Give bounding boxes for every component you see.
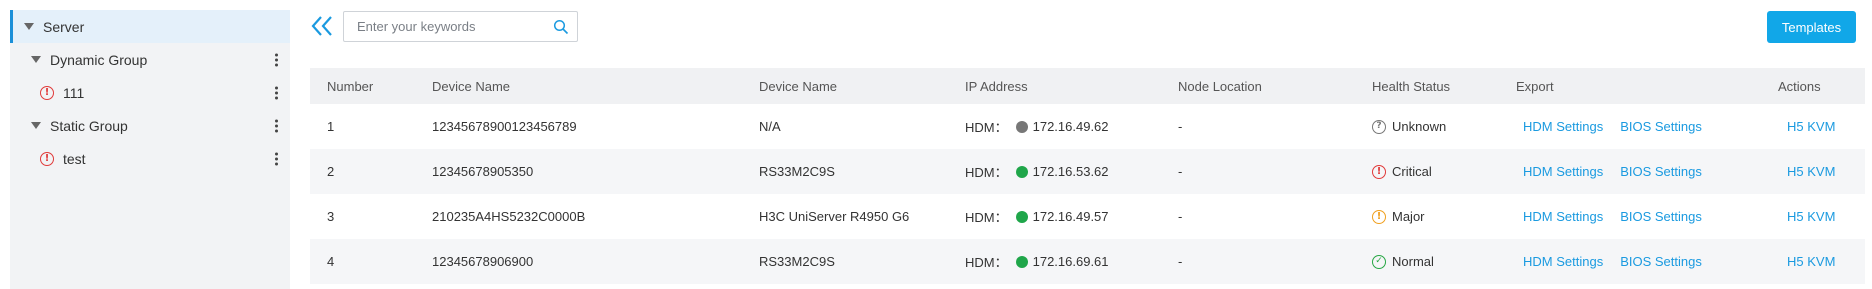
offline-status-dot-icon	[1015, 120, 1028, 133]
tree-item-server[interactable]: Server	[10, 10, 290, 43]
health-status: Critical	[1392, 164, 1432, 179]
export-cell: HDM Settings BIOS Settings	[1523, 164, 1702, 179]
major-status-icon: !	[1372, 209, 1386, 224]
critical-status-icon: !	[1372, 164, 1386, 179]
row-number: 3	[327, 209, 335, 224]
node-location: -	[1178, 254, 1183, 269]
tree-item-label: test	[63, 150, 86, 167]
ip-address: 172.16.49.57	[1032, 209, 1109, 224]
table-header: Number Device Name Device Name IP Addres…	[310, 68, 1865, 104]
health-status-cell: ? Unknown	[1372, 119, 1446, 134]
row-number: 2	[327, 164, 335, 179]
header-actions: Actions	[1778, 78, 1821, 94]
templates-button[interactable]: Templates	[1767, 11, 1856, 43]
critical-icon: !	[40, 151, 54, 166]
ip-address-cell: HDM： 172.16.49.62	[965, 117, 1109, 136]
header-export: Export	[1516, 78, 1554, 94]
tree-item-111[interactable]: ! 111	[10, 76, 290, 109]
export-cell: HDM Settings BIOS Settings	[1523, 119, 1702, 134]
device-name: RS33M2C9S	[759, 254, 835, 269]
hdm-settings-link[interactable]: HDM Settings	[1523, 254, 1603, 269]
export-cell: HDM Settings BIOS Settings	[1523, 254, 1702, 269]
online-status-dot-icon	[1015, 165, 1028, 178]
ip-prefix: HDM：	[965, 255, 1008, 270]
search-input[interactable]	[344, 12, 557, 41]
device-table: Number Device Name Device Name IP Addres…	[310, 68, 1865, 284]
health-status-cell: ✓ Normal	[1372, 254, 1434, 269]
hdm-settings-link[interactable]: HDM Settings	[1523, 119, 1603, 134]
ip-address: 172.16.69.61	[1032, 254, 1109, 269]
ip-address-cell: HDM： 172.16.53.62	[965, 162, 1109, 181]
caret-down-icon[interactable]	[31, 122, 41, 129]
kebab-menu-icon[interactable]	[274, 152, 278, 165]
tree-item-label: Server	[43, 18, 85, 35]
header-device-name[interactable]: Device Name	[759, 79, 837, 94]
kebab-menu-icon[interactable]	[274, 53, 278, 66]
device-name: 12345678900123456789	[432, 119, 577, 134]
health-status: Major	[1392, 209, 1425, 224]
online-status-dot-icon	[1015, 255, 1028, 268]
header-health-status[interactable]: Health Status	[1372, 79, 1450, 94]
double-chevron-left-icon[interactable]	[310, 14, 336, 38]
caret-down-icon[interactable]	[31, 56, 41, 63]
bios-settings-link[interactable]: BIOS Settings	[1620, 209, 1702, 224]
ip-prefix: HDM：	[965, 120, 1008, 135]
tree-item-dynamic-group[interactable]: Dynamic Group	[10, 43, 290, 76]
health-status: Normal	[1392, 254, 1434, 269]
search-box	[343, 11, 578, 42]
h5-kvm-link[interactable]: H5 KVM	[1787, 209, 1835, 224]
device-name: RS33M2C9S	[759, 164, 835, 179]
bios-settings-link[interactable]: BIOS Settings	[1620, 164, 1702, 179]
tree-item-label: Dynamic Group	[50, 51, 148, 68]
kebab-menu-icon[interactable]	[274, 86, 278, 99]
device-name: 210235A4HS5232C0000B	[432, 209, 586, 224]
device-name: 12345678906900	[432, 254, 534, 269]
health-status-cell: ! Major	[1372, 209, 1425, 224]
ip-address-cell: HDM： 172.16.69.61	[965, 252, 1109, 271]
h5-kvm-link[interactable]: H5 KVM	[1787, 254, 1835, 269]
ip-prefix: HDM：	[965, 165, 1008, 180]
tree-item-test[interactable]: ! test	[10, 142, 290, 175]
h5-kvm-link[interactable]: H5 KVM	[1787, 119, 1835, 134]
online-status-dot-icon	[1015, 210, 1028, 223]
header-device-name[interactable]: Device Name	[432, 79, 510, 94]
hdm-settings-link[interactable]: HDM Settings	[1523, 209, 1603, 224]
table-row[interactable]: 2 12345678905350 RS33M2C9S HDM： 172.16.5…	[310, 149, 1865, 194]
table-row[interactable]: 3 210235A4HS5232C0000B H3C UniServer R49…	[310, 194, 1865, 239]
tree-item-label: Static Group	[50, 117, 128, 134]
device-name: 12345678905350	[432, 164, 534, 179]
device-name: H3C UniServer R4950 G6	[759, 209, 910, 224]
h5-kvm-link[interactable]: H5 KVM	[1787, 164, 1835, 179]
caret-down-icon[interactable]	[24, 23, 34, 30]
ip-prefix: HDM：	[965, 210, 1008, 225]
normal-status-icon: ✓	[1372, 254, 1386, 269]
ip-address: 172.16.49.62	[1032, 119, 1109, 134]
header-node-location[interactable]: Node Location	[1178, 79, 1262, 94]
row-number: 4	[327, 254, 335, 269]
ip-address-cell: HDM： 172.16.49.57	[965, 207, 1109, 226]
sidebar-tree: Server Dynamic Group ! 111 Static Group …	[10, 10, 290, 289]
table-row[interactable]: 4 12345678906900 RS33M2C9S HDM： 172.16.6…	[310, 239, 1865, 284]
node-location: -	[1178, 119, 1183, 134]
header-number[interactable]: Number	[327, 79, 373, 94]
node-location: -	[1178, 164, 1183, 179]
header-ip-address[interactable]: IP Address	[965, 79, 1028, 94]
tree-item-static-group[interactable]: Static Group	[10, 109, 290, 142]
unknown-status-icon: ?	[1372, 119, 1386, 134]
node-location: -	[1178, 209, 1183, 224]
hdm-settings-link[interactable]: HDM Settings	[1523, 164, 1603, 179]
bios-settings-link[interactable]: BIOS Settings	[1620, 119, 1702, 134]
table-row[interactable]: 1 12345678900123456789 N/A HDM： 172.16.4…	[310, 104, 1865, 149]
bios-settings-link[interactable]: BIOS Settings	[1620, 254, 1702, 269]
critical-icon: !	[40, 85, 54, 100]
export-cell: HDM Settings BIOS Settings	[1523, 209, 1702, 224]
kebab-menu-icon[interactable]	[274, 119, 278, 132]
ip-address: 172.16.53.62	[1032, 164, 1109, 179]
health-status-cell: ! Critical	[1372, 164, 1432, 179]
health-status: Unknown	[1392, 119, 1447, 134]
tree-item-label: 111	[63, 84, 85, 101]
row-number: 1	[327, 119, 335, 134]
search-icon[interactable]	[553, 19, 569, 35]
device-name: N/A	[759, 119, 781, 134]
